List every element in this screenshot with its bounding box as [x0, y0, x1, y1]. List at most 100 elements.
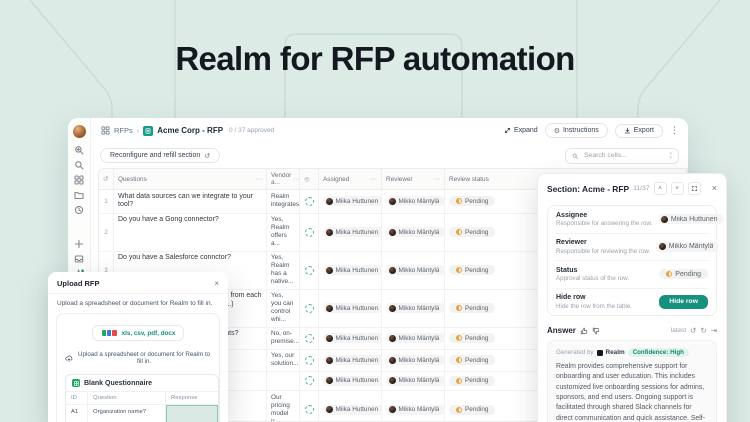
vendor-answer-cell[interactable]: Yes, our solution...	[267, 349, 300, 371]
reconfigure-button[interactable]: Reconfigure and refill section ↺	[100, 148, 221, 163]
answer-status-cell[interactable]	[300, 289, 319, 327]
assigned-cell[interactable]: Miika Huttunen	[319, 327, 382, 349]
stepper-icon[interactable]: ˄ ˅	[669, 151, 672, 159]
assigned-cell[interactable]: Miika Huttunen	[319, 190, 382, 213]
apps-icon[interactable]	[100, 126, 110, 136]
status-label: Pending	[465, 356, 489, 364]
grid-icon[interactable]	[74, 175, 84, 185]
vendor-answer-cell[interactable]: Yes, Realm offers a...	[267, 213, 300, 251]
person-name: Mikko Mäntylä	[398, 406, 440, 413]
column-menu-icon[interactable]: ⋯	[256, 175, 262, 183]
status-badge[interactable]: Pending	[659, 269, 708, 280]
vendor-answer-cell[interactable]: Yes, Realm has a native...	[267, 251, 300, 289]
header-assigned[interactable]: Assigned ⋯	[319, 169, 382, 189]
history-icon[interactable]	[74, 205, 84, 215]
hide-row-button[interactable]: Hide row	[659, 294, 708, 309]
thumbs-up-icon[interactable]	[580, 327, 588, 335]
redo-icon[interactable]: ↻	[700, 326, 706, 335]
answer-status-cell[interactable]	[300, 371, 319, 390]
column-menu-icon[interactable]: ⋯	[434, 175, 440, 183]
inbox-icon[interactable]	[74, 254, 84, 264]
user-avatar[interactable]	[72, 125, 86, 138]
person-name: Miika Huttunen	[335, 266, 379, 274]
upload-modal-title: Upload RFP	[57, 279, 100, 288]
column-menu-icon[interactable]: ⋯	[371, 175, 377, 183]
status-badge: Pending	[449, 375, 496, 386]
person-pill: Mikko Mäntylä	[386, 404, 444, 415]
person-name: Mikko Mäntylä	[398, 228, 440, 236]
marketing-screenshot: { "page": { "title": "Realm for RFP auto…	[0, 0, 750, 422]
breadcrumb-current[interactable]: Acme Corp - RFP	[157, 126, 223, 135]
assigned-cell[interactable]: Miika Huttunen	[319, 251, 382, 289]
header-questions[interactable]: Questions ⋯	[114, 169, 267, 189]
assignee-pill[interactable]: Miika Huttunen	[658, 214, 724, 225]
search-input[interactable]	[582, 151, 666, 160]
sync-status-icon	[304, 376, 314, 386]
question-cell[interactable]: Do you have a Gong connector?	[114, 213, 267, 251]
undo-icon[interactable]: ↺	[690, 326, 696, 335]
reviewer-cell[interactable]: Mikko Mäntylä	[382, 391, 445, 421]
answer-status-cell[interactable]	[300, 391, 319, 421]
breadcrumb-root[interactable]: RFPs	[114, 126, 133, 135]
more-menu-icon[interactable]: ⋮	[670, 126, 679, 135]
question-cell[interactable]: What data sources can we integrate to yo…	[114, 190, 267, 213]
answer-status-cell[interactable]	[300, 213, 319, 251]
search-edit-icon[interactable]	[74, 145, 84, 155]
vendor-answer-cell[interactable]: No, on-premise...	[267, 327, 300, 349]
reviewer-cell[interactable]: Mikko Mäntylä	[382, 371, 445, 390]
status-badge: Pending	[449, 404, 496, 415]
skip-end-icon[interactable]: ⇥	[711, 326, 717, 335]
close-icon[interactable]: ×	[712, 184, 717, 193]
search-cells-box[interactable]: ˄˅	[565, 147, 679, 164]
sync-status-icon	[304, 196, 314, 206]
vendor-answer-cell[interactable]	[267, 371, 300, 390]
close-icon[interactable]: ×	[214, 279, 219, 288]
upload-dropzone[interactable]: xls, csv, pdf, docx Upload a spreadsheet…	[56, 313, 220, 422]
reviewer-cell[interactable]: Mikko Mäntylä	[382, 349, 445, 371]
reviewer-cell[interactable]: Mikko Mäntylä	[382, 289, 445, 327]
header-vendor[interactable]: Vendor a... ⋯	[267, 169, 300, 189]
folder-icon[interactable]	[74, 190, 84, 200]
header-reviewer[interactable]: Reviewer ⋯	[382, 169, 445, 189]
assigned-cell[interactable]: Miika Huttunen	[319, 371, 382, 390]
person-pill: Mikko Mäntylä	[386, 355, 444, 365]
person-pill: Mikko Mäntylä	[386, 265, 444, 275]
person-pill: Mikko Mäntylä	[386, 303, 444, 313]
assigned-cell[interactable]: Miika Huttunen	[319, 213, 382, 251]
assigned-cell[interactable]: Miika Huttunen	[319, 391, 382, 421]
assigned-cell[interactable]: Miika Huttunen	[319, 349, 382, 371]
vendor-answer-cell[interactable]: Our pricing model is...	[267, 391, 300, 421]
expand-button[interactable]: Expand	[504, 127, 538, 134]
status-badge: Pending	[449, 265, 496, 275]
plus-icon[interactable]	[74, 239, 84, 249]
assignee-desc: Responsible for answering the row.	[556, 220, 653, 227]
reviewer-cell[interactable]: Mikko Mäntylä	[382, 190, 445, 213]
file-types-label: xls, csv, pdf, docx	[121, 329, 176, 337]
pending-icon	[456, 335, 462, 341]
assigned-cell[interactable]: Miika Huttunen	[319, 289, 382, 327]
avatar	[325, 356, 333, 364]
person-pill: Miika Huttunen	[323, 375, 381, 386]
row-number: 1	[99, 190, 114, 213]
reviewer-cell[interactable]: Mikko Mäntylä	[382, 213, 445, 251]
search-icon[interactable]	[74, 160, 84, 170]
answer-status-cell[interactable]	[300, 251, 319, 289]
answer-status-cell[interactable]	[300, 190, 319, 213]
vendor-answer-cell[interactable]: Yes, you can control whi...	[267, 289, 300, 327]
next-row-button[interactable]: ˅	[670, 182, 684, 195]
prev-row-button[interactable]: ˄	[653, 182, 667, 195]
reviewer-pill[interactable]: Mikko Mäntylä	[656, 241, 720, 252]
answer-status-cell[interactable]	[300, 349, 319, 371]
avatar	[388, 406, 396, 413]
thumbs-down-icon[interactable]	[592, 327, 600, 335]
answer-status-cell[interactable]	[300, 327, 319, 349]
column-menu-icon[interactable]: ⋯	[293, 175, 299, 183]
reviewer-cell[interactable]: Mikko Mäntylä	[382, 327, 445, 349]
export-button[interactable]: Export	[614, 123, 663, 138]
expand-panel-button[interactable]	[687, 182, 701, 195]
answer-card: Generated by Realm Confidence: High Real…	[547, 340, 717, 422]
reviewer-cell[interactable]: Mikko Mäntylä	[382, 251, 445, 289]
header-answer-status[interactable]: ◎	[300, 169, 319, 189]
instructions-button[interactable]: ⚙ Instructions	[544, 123, 608, 138]
vendor-answer-cell[interactable]: Realm integrates...	[267, 190, 300, 213]
